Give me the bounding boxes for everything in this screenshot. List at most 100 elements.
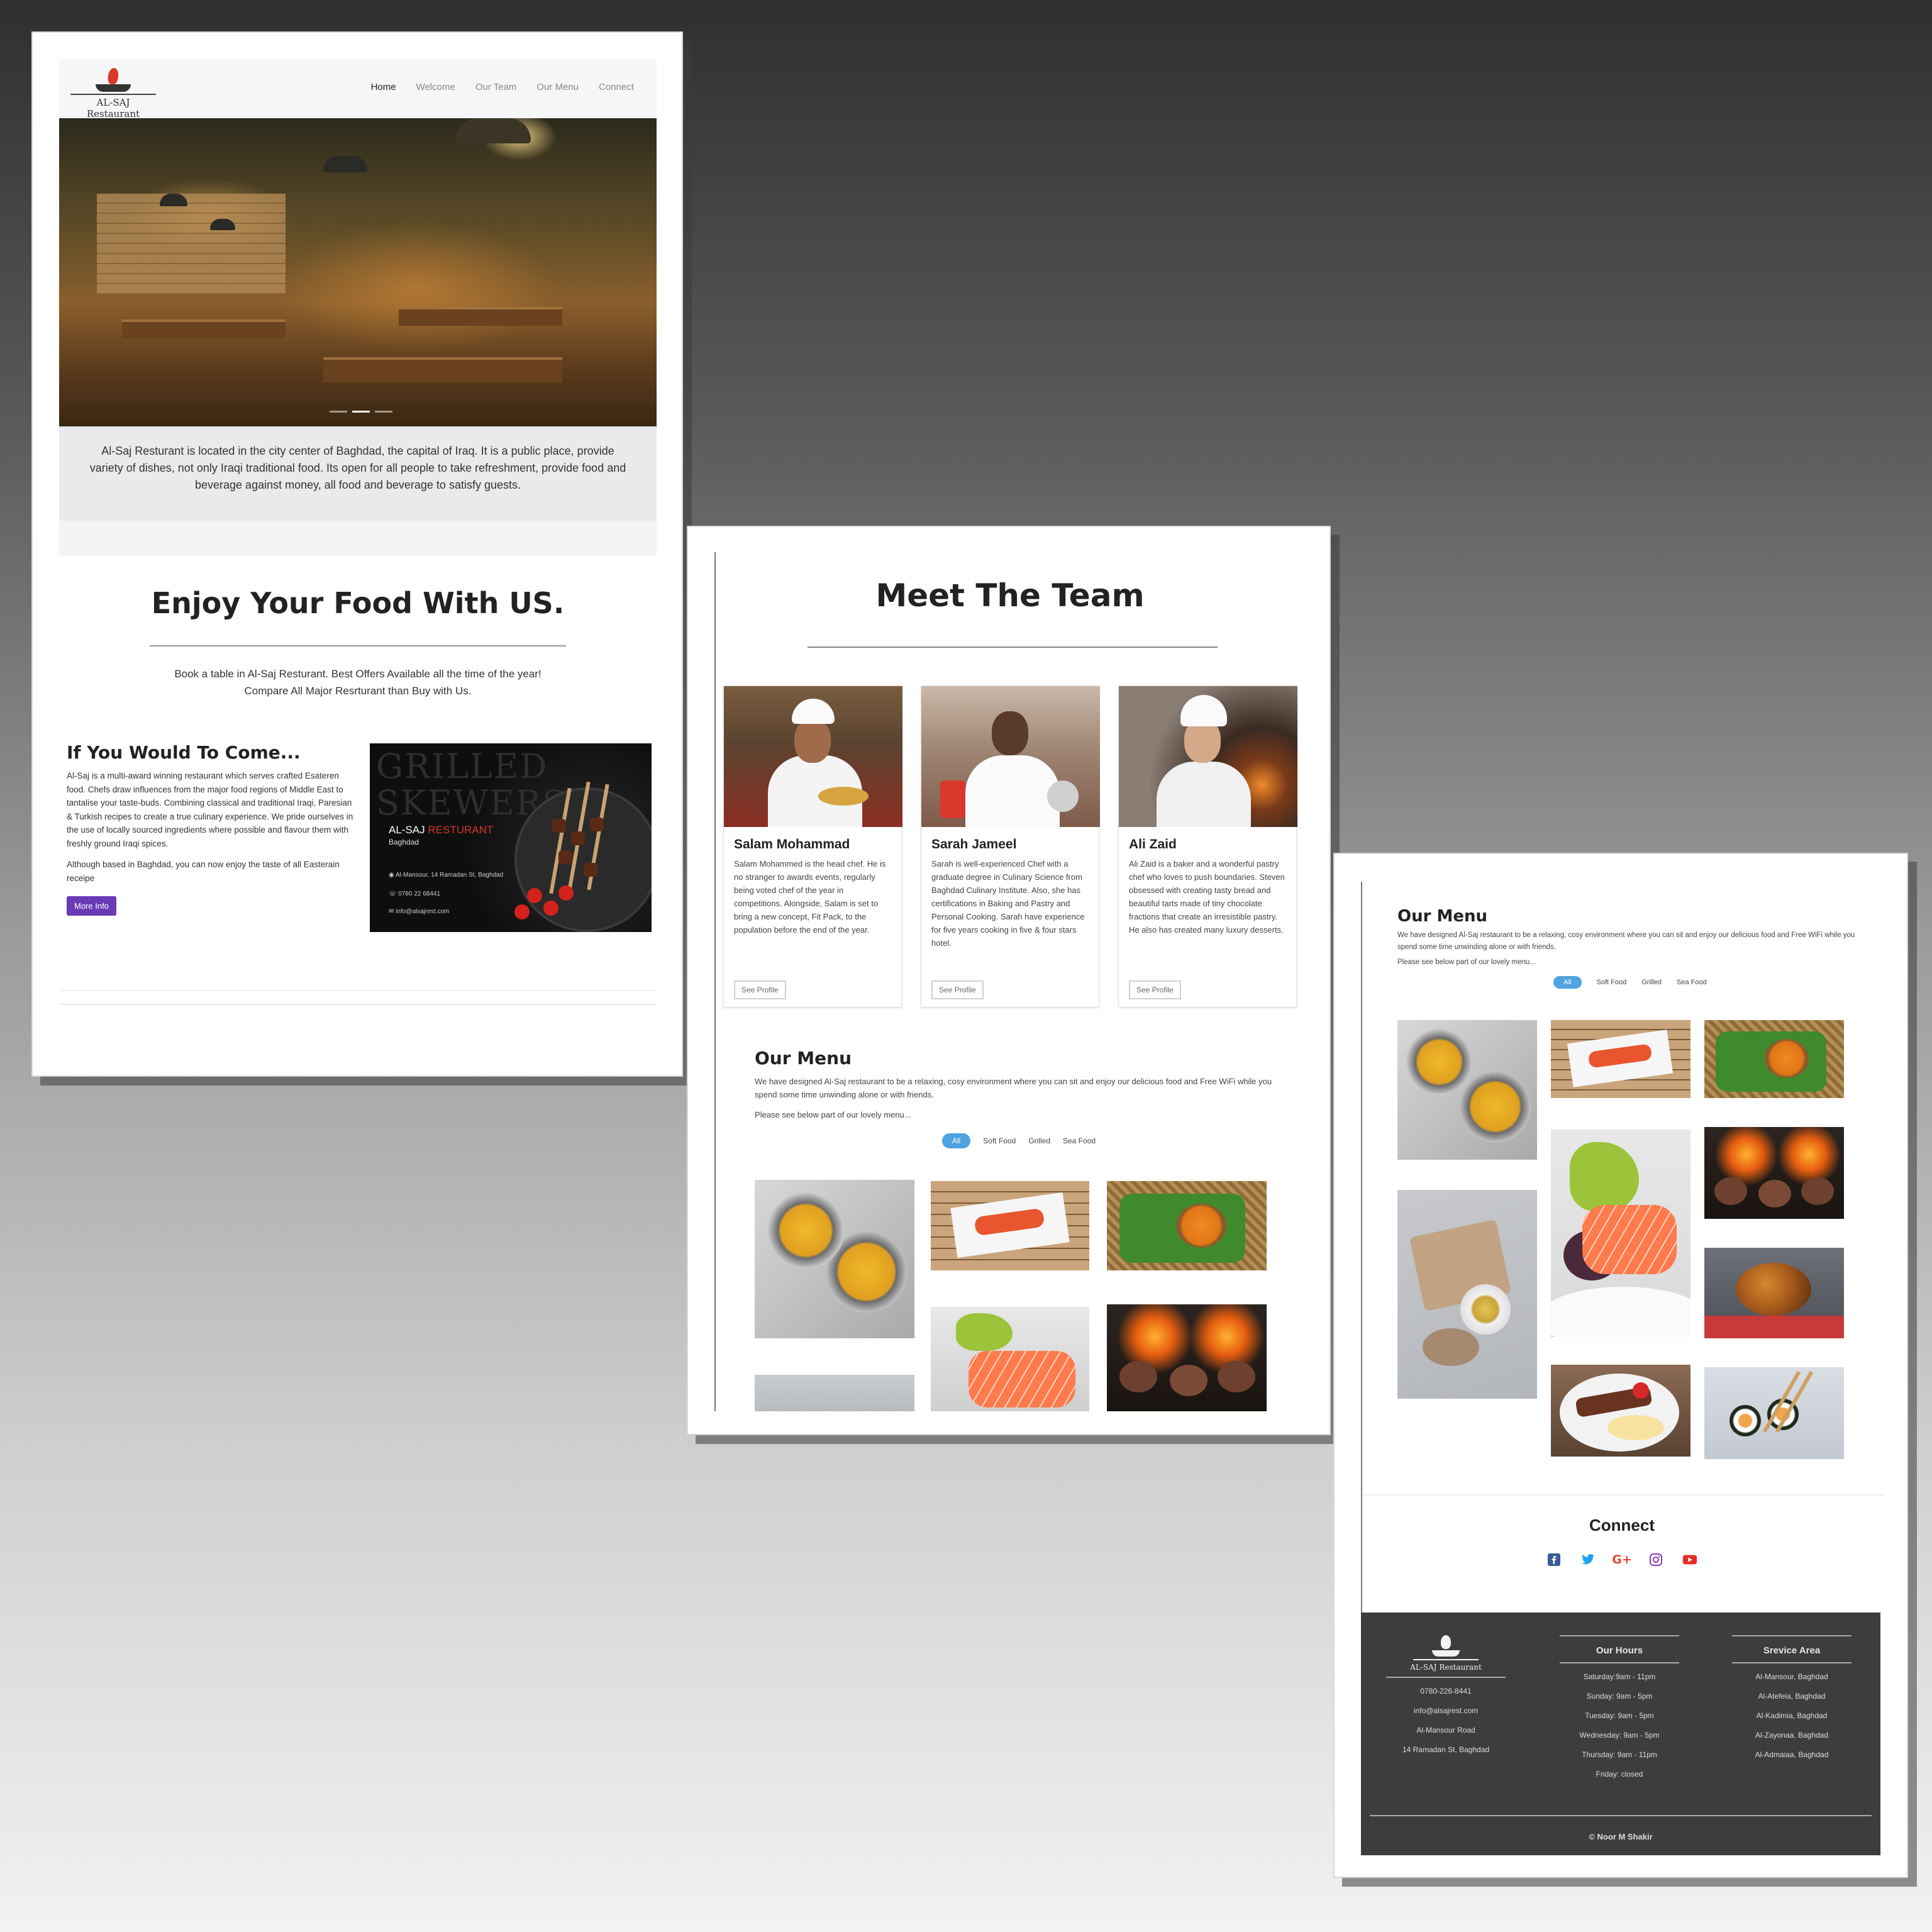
instagram-icon[interactable] (1648, 1552, 1663, 1567)
footer-address-line-1: Al-Mansour Road (1416, 1726, 1475, 1735)
nav-connect[interactable]: Connect (599, 82, 634, 92)
menu-section: Our Menu We have designed Al-Saj restaur… (1397, 907, 1863, 989)
see-profile-button[interactable]: See Profile (734, 980, 786, 999)
promo-address: ◉ Al-Mansour, 14 Ramadan St, Baghdad (389, 872, 504, 879)
come-section: If You Would To Come... Al-Saj is a mult… (59, 742, 657, 932)
intro-text: Al-Saj Resturant is located in the city … (59, 426, 657, 521)
team-card: Salam Mohammad Salam Mohammed is the hea… (723, 686, 902, 1008)
salmon-salad-photo[interactable] (931, 1307, 1089, 1411)
divider (150, 645, 566, 647)
area-line: Al-Mansour, Baghdad (1755, 1672, 1828, 1681)
menu-heading: Our Menu (755, 1048, 852, 1069)
team-heading: Meet The Team (875, 577, 1145, 614)
filter-soft-food[interactable]: Soft Food (983, 1136, 1016, 1145)
home-page-sheet: AL-SAJ Restaurant Home Welcome Our Team … (31, 31, 683, 1077)
promo-phone: ☏ 0780 22 68441 (389, 891, 441, 897)
flame-icon (104, 64, 123, 85)
youtube-icon[interactable] (1682, 1552, 1697, 1567)
navbar: AL-SAJ Restaurant Home Welcome Our Team … (59, 59, 657, 119)
footer-service-area: Srevice Area Al-Mansour, Baghdad Al-Atef… (1732, 1635, 1852, 1765)
menu-filters: All Soft Food Grilled Sea Food (755, 1133, 1283, 1148)
more-info-button[interactable]: More Info (67, 896, 116, 916)
team-card: Ali Zaid Ali Zaid is a baker and a wonde… (1118, 686, 1297, 1008)
bowl-icon (96, 84, 131, 92)
member-bio: Sarah is well-experienced Chef with a gr… (931, 859, 1085, 948)
nav-links: Home Welcome Our Team Our Menu Connect (371, 82, 634, 92)
footer-logo[interactable]: AL-SAJ Restaurant (1386, 1635, 1506, 1678)
member-bio: Ali Zaid is a baker and a wonderful past… (1129, 859, 1285, 935)
hours-line: Wednesday: 9am - 5pm (1579, 1731, 1660, 1740)
filter-grilled[interactable]: Grilled (1641, 979, 1662, 986)
service-area-heading: Srevice Area (1732, 1635, 1852, 1663)
salmon-salad-photo[interactable] (1551, 1130, 1690, 1337)
member-name: Sarah Jameel (931, 837, 1017, 852)
grilled-skewers-promo-image: GRILLED SKEWERS AL-SAJ RESTURANT Baghdad… (370, 743, 652, 932)
area-line: Al-Zayonaa, Baghdad (1755, 1731, 1829, 1740)
promo-email: ✉ info@alsajrest.com (389, 908, 450, 915)
footer-email[interactable]: info@alsajrest.com (1386, 1701, 1506, 1721)
connect-heading: Connect (1589, 1516, 1655, 1535)
salmon-plate-photo[interactable] (1551, 1020, 1690, 1098)
footer-hours: Our Hours Saturday:9am - 11pm Sunday: 9a… (1560, 1635, 1679, 1784)
soup-bowls-photo[interactable] (755, 1180, 914, 1338)
nav-our-team[interactable]: Our Team (475, 82, 517, 92)
site-logo[interactable]: AL-SAJ Restaurant (69, 64, 157, 119)
menu-filters: All Soft Food Grilled Sea Food (1397, 976, 1863, 989)
kebab-rice-photo[interactable] (1551, 1365, 1690, 1457)
hours-line: Sunday: 9am - 5pm (1586, 1692, 1653, 1701)
logo-text: AL-SAJ Restaurant (86, 97, 140, 119)
menu-page-sheet: Our Menu We have designed Al-Saj restaur… (1333, 853, 1908, 1878)
chef-photo-salam (724, 686, 902, 827)
promo-city: Baghdad (389, 838, 419, 847)
booking-text: Book a table in Al-Saj Resturant. Best O… (174, 668, 541, 697)
footer-phone[interactable]: 0780-226-8441 (1386, 1682, 1506, 1701)
hours-line: Saturday:9am - 11pm (1583, 1672, 1656, 1681)
filter-sea-food[interactable]: Sea Food (1677, 979, 1707, 986)
nav-our-menu[interactable]: Our Menu (536, 82, 579, 92)
member-name: Ali Zaid (1129, 837, 1177, 852)
divider (1362, 1494, 1884, 1496)
filter-grilled[interactable]: Grilled (1028, 1136, 1050, 1145)
copyright: © Noor M Shakir (1589, 1832, 1653, 1841)
hero-restaurant-image (59, 118, 657, 426)
filter-sea-food[interactable]: Sea Food (1063, 1136, 1096, 1145)
google-plus-icon[interactable]: G+ (1612, 1552, 1632, 1567)
roast-chicken-photo[interactable] (1704, 1248, 1844, 1338)
member-bio: Salam Mohammed is the head chef. He is n… (734, 859, 886, 935)
come-paragraph-1: Al-Saj is a multi-award winning restaura… (67, 771, 353, 848)
enjoy-heading: Enjoy Your Food With US. (151, 586, 565, 620)
chef-photo-sarah (921, 686, 1100, 827)
promo-brand-a: AL-SAJ (389, 824, 425, 836)
filter-soft-food[interactable]: Soft Food (1597, 979, 1627, 986)
social-links: G+ (1335, 1552, 1907, 1567)
team-cards: Salam Mohammad Salam Mohammed is the hea… (723, 686, 1297, 1008)
sushi-photo[interactable] (1704, 1367, 1844, 1459)
grill-fire-photo[interactable] (1704, 1127, 1844, 1219)
hours-line: Tuesday: 9am - 5pm (1585, 1711, 1654, 1720)
see-profile-button[interactable]: See Profile (1129, 980, 1181, 999)
menu-subtext: Please see below part of our lovely menu… (1397, 958, 1536, 966)
filter-all[interactable]: All (1553, 976, 1582, 989)
carousel-indicators[interactable] (330, 411, 392, 413)
footer-address-line-2: 14 Ramadan St, Baghdad (1402, 1745, 1490, 1754)
twitter-icon[interactable] (1580, 1552, 1596, 1567)
orange-soup-photo[interactable] (1704, 1020, 1844, 1098)
orange-soup-photo[interactable] (1107, 1181, 1267, 1270)
see-profile-button[interactable]: See Profile (931, 980, 984, 999)
menu-section: Our Menu We have designed Al-Saj restaur… (755, 1048, 1283, 1148)
soup-bowls-photo[interactable] (1397, 1020, 1537, 1160)
chef-photo-ali (1119, 686, 1297, 827)
nav-welcome[interactable]: Welcome (416, 82, 455, 92)
facebook-icon[interactable] (1546, 1552, 1562, 1567)
salmon-plate-photo[interactable] (931, 1181, 1089, 1270)
filter-all[interactable]: All (941, 1133, 971, 1148)
bowl-icon (1432, 1650, 1460, 1657)
grill-fire-photo[interactable] (1107, 1304, 1267, 1411)
nav-home[interactable]: Home (371, 82, 396, 92)
herbal-tea-photo[interactable] (1397, 1190, 1537, 1399)
hours-heading: Our Hours (1560, 1635, 1679, 1663)
herbs-photo-partial[interactable] (755, 1375, 914, 1411)
area-line: Al-Kadimia, Baghdad (1756, 1711, 1828, 1720)
area-line: Al-Admaiaa, Baghdad (1755, 1750, 1829, 1759)
menu-heading: Our Menu (1397, 907, 1488, 926)
